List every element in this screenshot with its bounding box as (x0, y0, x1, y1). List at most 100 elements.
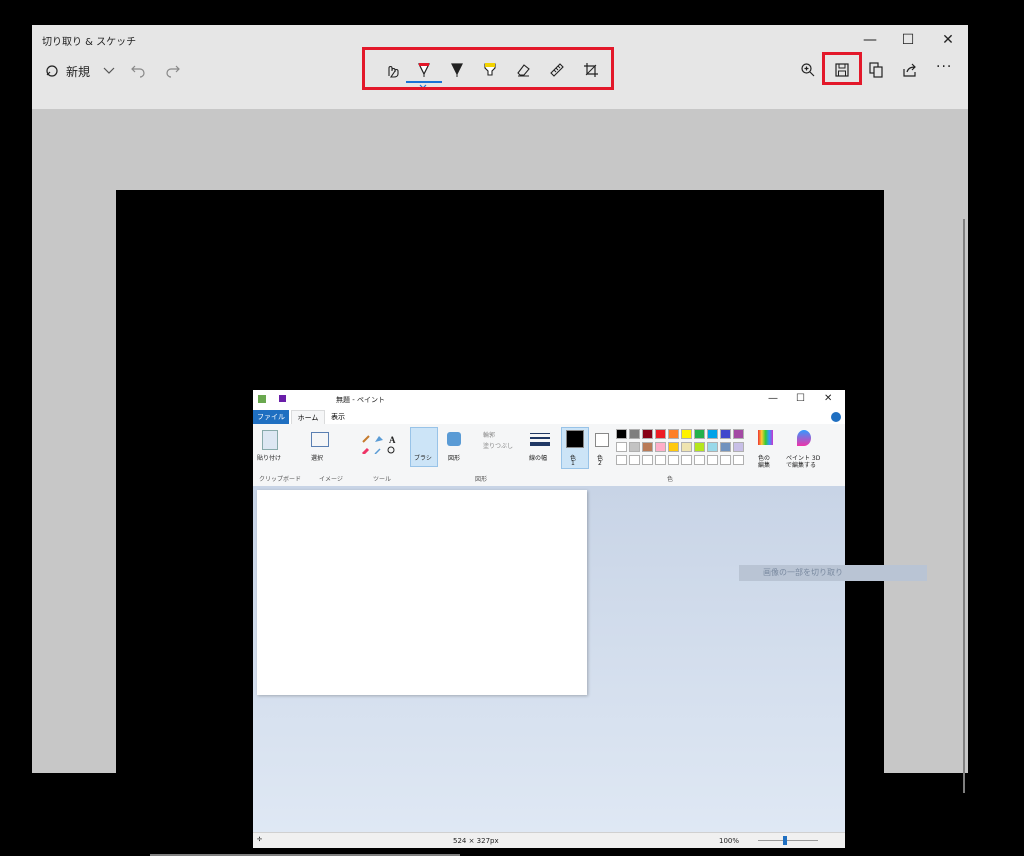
palette-swatch (655, 429, 666, 439)
palette-swatch (733, 429, 744, 439)
paint-ribbon: 貼り付け クリップボード 選択 イメージ A ツール ブラシ 図形 輪郭 塗りつ… (253, 424, 845, 487)
svg-text:A: A (389, 435, 396, 445)
paste-icon (262, 430, 278, 450)
palette-swatch (694, 429, 705, 439)
paint-window-title: 無題 - ペイント (336, 396, 385, 404)
palette-swatch (642, 429, 653, 439)
fill-label: 塗りつぶし (483, 443, 514, 450)
shape-label: 図形 (448, 455, 461, 462)
palette-swatch (629, 429, 640, 439)
shapes-icon (447, 432, 461, 446)
more-icon[interactable]: ··· (936, 59, 952, 75)
edit-colors-icon (758, 430, 773, 445)
paint3d-icon (797, 430, 811, 446)
maximize-button[interactable]: ☐ (888, 25, 928, 55)
select-label: 選択 (311, 455, 324, 462)
palette-swatch (655, 442, 666, 452)
palette-empty-swatch (655, 455, 666, 465)
paint-maximize-icon: ☐ (796, 393, 805, 404)
new-snip-icon (42, 57, 62, 85)
paste-label: 貼り付け (257, 455, 282, 462)
size-label: 線の幅 (529, 455, 548, 462)
color2-num: 2 (598, 460, 602, 467)
color2-swatch (595, 433, 609, 447)
tools-group-label: ツール (373, 476, 392, 483)
copy-icon[interactable] (862, 56, 890, 84)
color1-num: 1 (571, 460, 575, 467)
snip-sketch-window: 切り取り & スケッチ — ☐ ✕ 新規 ··· 無題 - ペイント — ☐ ✕… (32, 25, 968, 856)
paint-app-icon (258, 395, 266, 403)
toolbar: 新規 ··· (32, 47, 968, 109)
outline-label: 輪郭 (483, 432, 496, 439)
undo-icon[interactable] (124, 57, 152, 85)
new-label: 新規 (66, 64, 91, 79)
vertical-scrollbar[interactable] (963, 219, 965, 793)
image-group-label: イメージ (319, 476, 343, 483)
palette-empty-swatch (616, 455, 627, 465)
snip-canvas-area: 無題 - ペイント — ☐ ✕ ファイル ホーム 表示 貼り付け クリップボード (32, 109, 968, 856)
paint-tab-view: 表示 (331, 413, 345, 421)
drawing-tools-icons: A (361, 434, 401, 456)
paint-minimize-icon: — (768, 393, 778, 404)
palette-empty-swatch (694, 455, 705, 465)
redo-icon[interactable] (159, 57, 187, 85)
palette-swatch (694, 442, 705, 452)
palette-swatch (720, 442, 731, 452)
palette-swatch (707, 429, 718, 439)
colors-group-label: 色 (667, 476, 674, 483)
paint-help-icon (831, 412, 841, 422)
palette-empty-swatch (681, 455, 692, 465)
close-button[interactable]: ✕ (928, 25, 968, 55)
palette-swatch (681, 442, 692, 452)
select-icon (311, 432, 329, 447)
captured-image: 無題 - ペイント — ☐ ✕ ファイル ホーム 表示 貼り付け クリップボード (116, 190, 884, 848)
palette-empty-swatch (629, 455, 640, 465)
palette-swatch (707, 442, 718, 452)
line-width-icon (530, 432, 550, 448)
edit-colors-label-2: 編集 (758, 462, 771, 469)
zoom-label: 100% (719, 837, 740, 845)
paint-tab-file: ファイル (253, 410, 289, 424)
paint-workspace (253, 486, 845, 832)
brush-label: ブラシ (414, 455, 432, 462)
zoom-in-icon[interactable] (794, 56, 822, 84)
minimize-button[interactable]: — (850, 25, 890, 55)
tooltip-text: 画像の一部を切り取り (763, 568, 843, 577)
paint-canvas (257, 490, 587, 695)
paint-status-bar: ✢ 524 × 327px 100% (253, 832, 845, 848)
faded-tooltip: 画像の一部を切り取り (739, 565, 927, 581)
palette-empty-swatch (720, 455, 731, 465)
palette-empty-swatch (642, 455, 653, 465)
window-title: 切り取り & スケッチ (42, 37, 137, 48)
paint-window: 無題 - ペイント — ☐ ✕ ファイル ホーム 表示 貼り付け クリップボード (253, 390, 845, 848)
new-button[interactable]: 新規 (42, 60, 90, 82)
quick-save-icon (279, 395, 286, 402)
paint-tab-home: ホーム (291, 410, 325, 425)
tool-group-highlight (362, 47, 614, 90)
paint-ribbon-tabs: ファイル ホーム 表示 (253, 410, 845, 425)
palette-swatch (733, 442, 744, 452)
palette-swatch (720, 429, 731, 439)
shapes-group-label: 図形 (475, 476, 488, 483)
image-size-label: 524 × 327px (453, 837, 499, 845)
new-dropdown-chevron-icon[interactable] (95, 57, 123, 85)
zoom-slider-track (758, 840, 818, 841)
paint3d-label-2: で編集する (786, 462, 817, 469)
clipboard-group-label: クリップボード (259, 476, 302, 483)
palette-swatch (616, 442, 627, 452)
paint-title-bar: 無題 - ペイント — ☐ ✕ (253, 390, 845, 410)
palette-empty-swatch (733, 455, 744, 465)
palette-empty-swatch (668, 455, 679, 465)
palette-swatch (681, 429, 692, 439)
palette-empty-swatch (707, 455, 718, 465)
palette-swatch (642, 442, 653, 452)
palette-swatch (668, 429, 679, 439)
share-icon[interactable] (896, 56, 924, 84)
save-button-highlight (822, 52, 862, 85)
cursor-position-icon: ✢ (257, 836, 263, 843)
palette-swatch (668, 442, 679, 452)
color1-swatch (566, 430, 584, 448)
palette-swatch (629, 442, 640, 452)
paint-close-icon: ✕ (824, 393, 833, 404)
zoom-slider-thumb (783, 836, 787, 845)
